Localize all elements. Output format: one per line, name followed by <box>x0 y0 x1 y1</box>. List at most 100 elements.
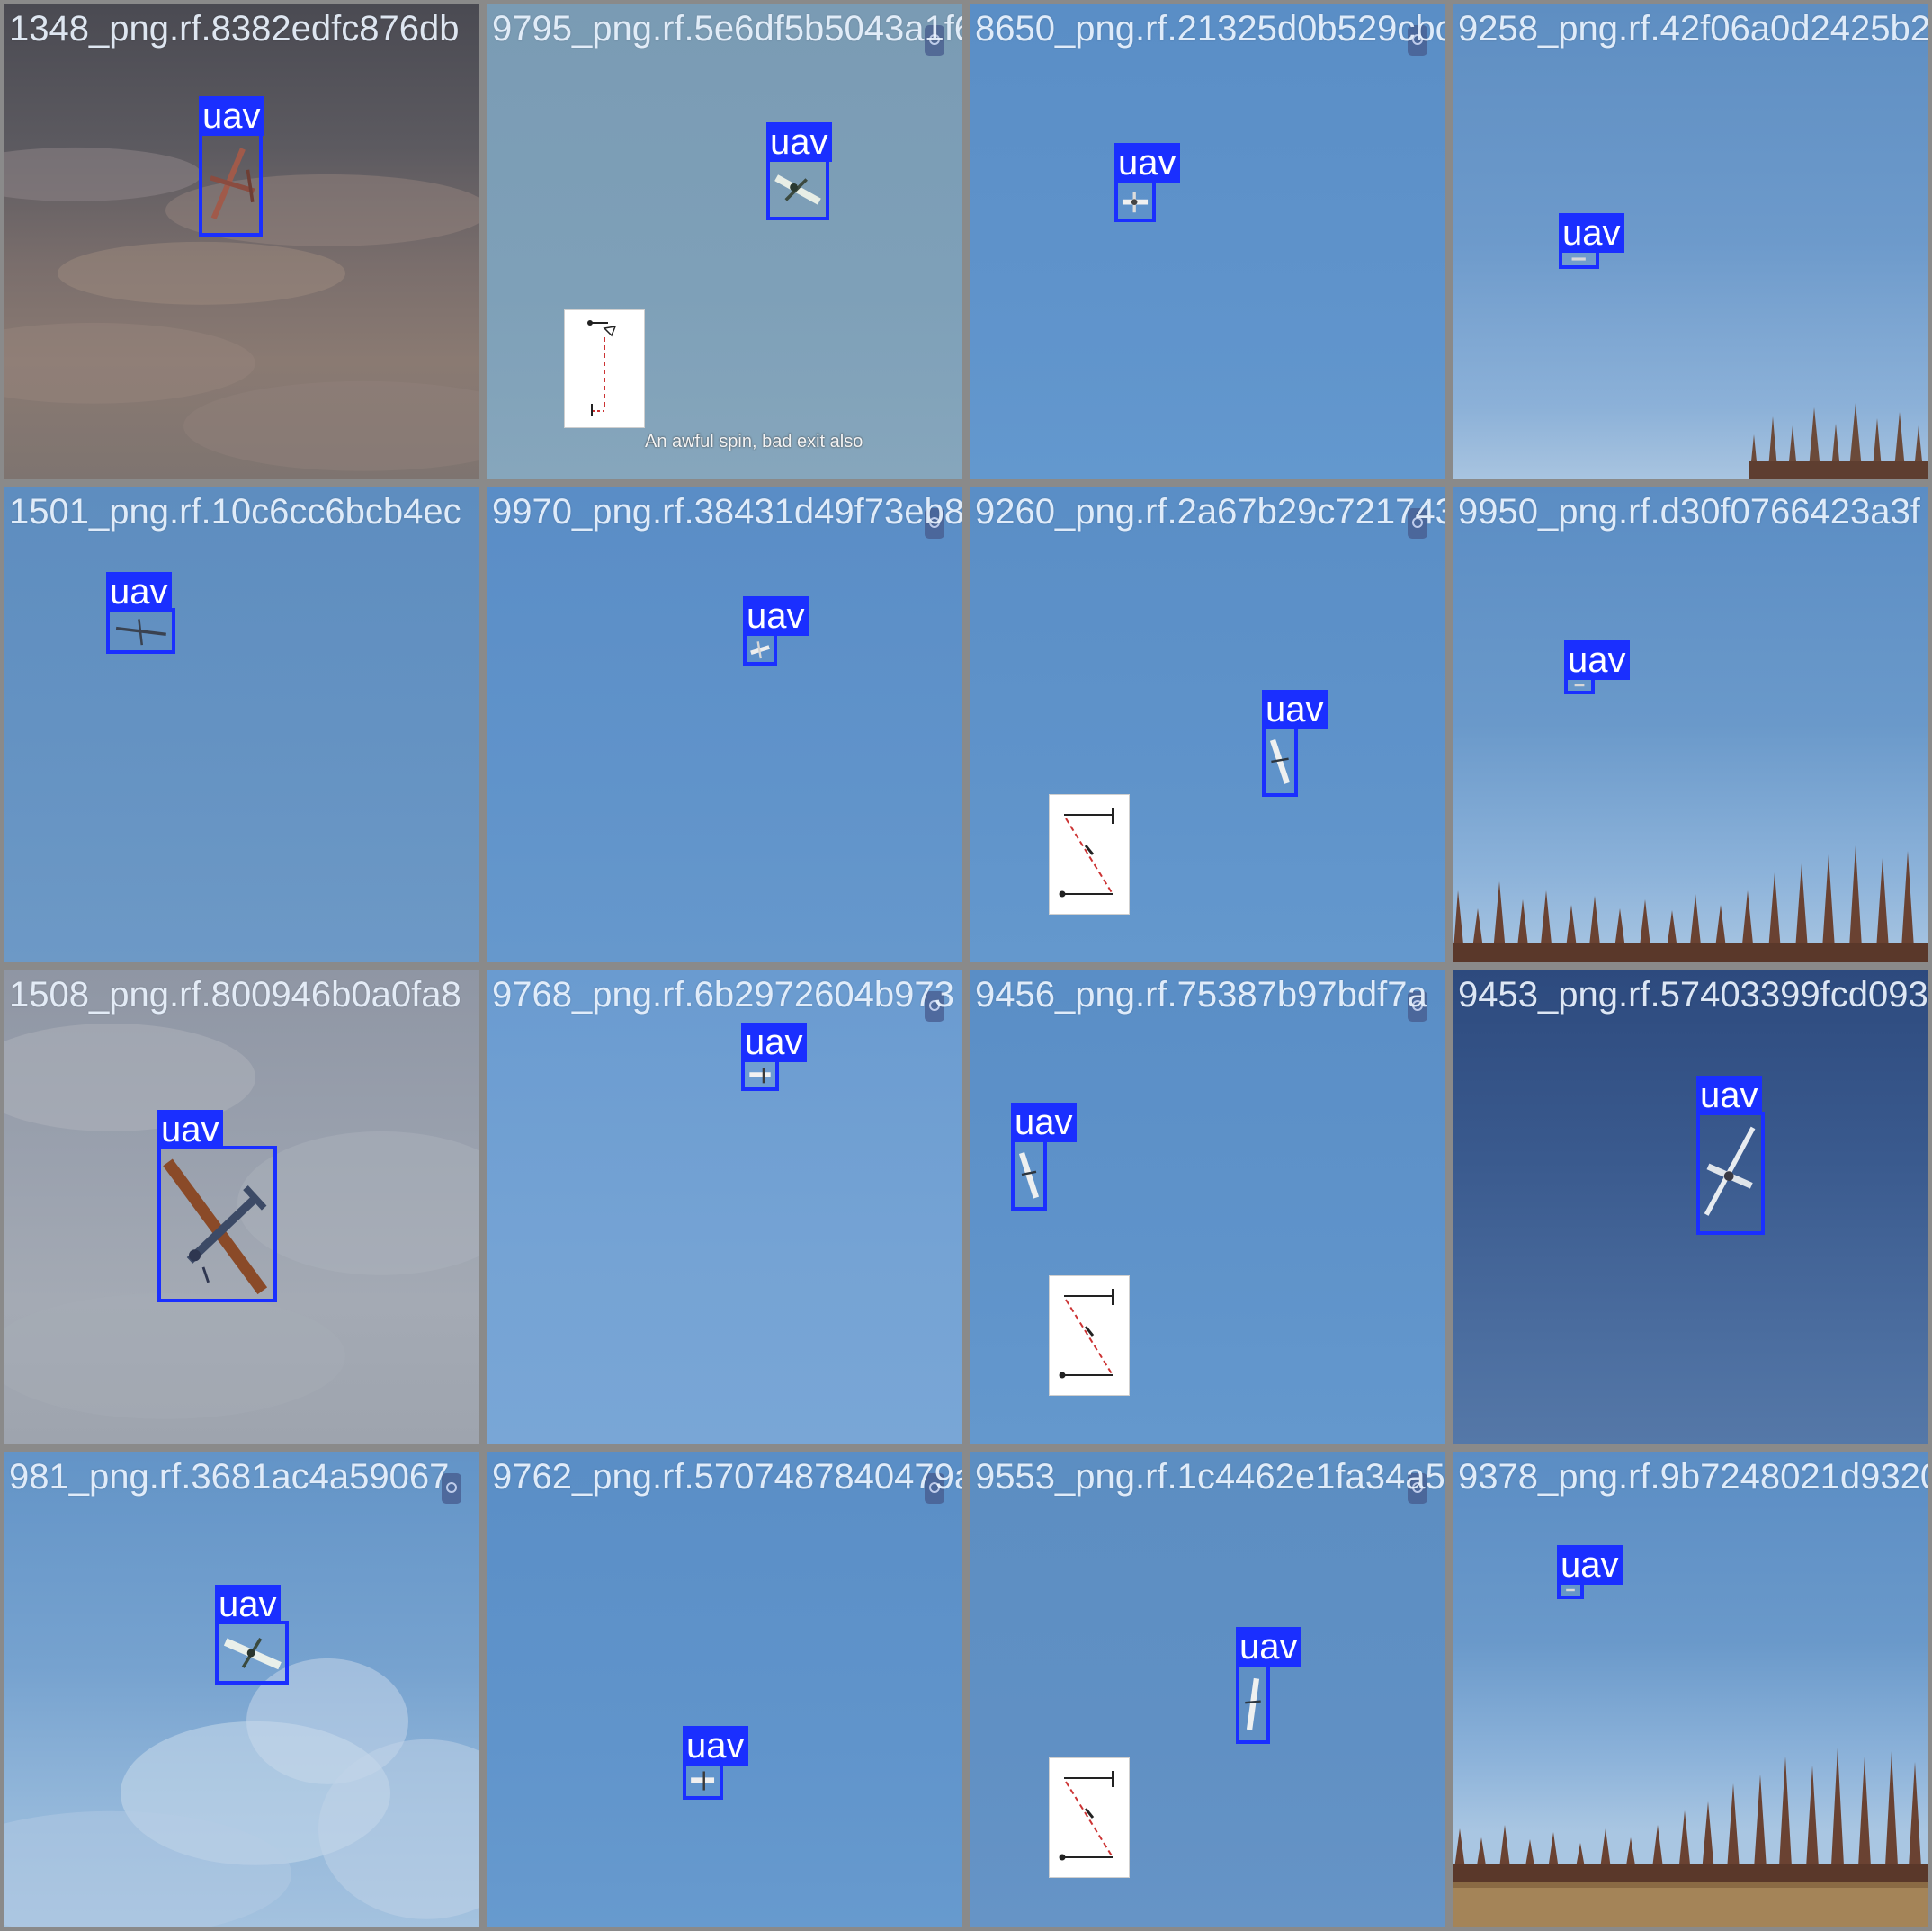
aircraft-icon <box>1018 1151 1040 1199</box>
uav-detection-box: uav <box>157 1109 277 1302</box>
class-label: uav <box>1236 1627 1301 1667</box>
uav-detection-box: uav <box>683 1726 748 1801</box>
tile-13: 981_png.rf.3681ac4a59067 uav <box>0 1448 483 1931</box>
image-filename: 9378_png.rf.9b7248021d9320a <box>1458 1457 1932 1497</box>
spin-diagram-icon <box>1059 1771 1114 1861</box>
image-filename: 1508_png.rf.800946b0a0fa8 <box>9 974 461 1015</box>
maneuver-diagram <box>1049 793 1130 915</box>
uav-detection-box: uav <box>1696 1075 1765 1235</box>
tile-4: 9258_png.rf.42f06a0d2425b2578 uav <box>1449 0 1932 483</box>
spin-diagram-icon <box>1059 807 1114 898</box>
aircraft-icon <box>223 1638 282 1670</box>
tile-15: 9553_png.rf.1c4462e1fa34a53 uav <box>966 1448 1449 1931</box>
uav-detection-box: uav <box>1114 143 1180 222</box>
sky-background <box>970 486 1445 962</box>
aircraft-icon <box>163 1158 268 1294</box>
image-filename: 9762_png.rf.5707487840479a <box>492 1457 966 1497</box>
aircraft-icon <box>691 1771 715 1791</box>
aircraft-icon <box>1571 257 1586 261</box>
image-filename: 1348_png.rf.8382edfc876db <box>9 9 460 49</box>
aircraft-icon <box>1245 1678 1261 1730</box>
sky-background <box>4 4 479 479</box>
aircraft-icon <box>1704 1126 1756 1216</box>
tile-14: 9762_png.rf.5707487840479a uav <box>483 1448 966 1931</box>
image-filename: 9456_png.rf.75387b97bdf7a <box>975 974 1427 1015</box>
maneuver-diagram <box>1049 1274 1130 1396</box>
image-filename: 9795_png.rf.5e6df5b5043a1f67043079 <box>492 9 962 49</box>
sky-background <box>487 486 962 962</box>
sky-background <box>4 1452 479 1927</box>
tile-8: 9950_png.rf.d30f0766423a3f uav <box>1449 482 1932 966</box>
class-label: uav <box>1559 213 1624 253</box>
detection-mosaic: 1348_png.rf.8382edfc876db uav 9795_png.r… <box>0 0 1932 1931</box>
class-label: uav <box>1564 639 1630 680</box>
uav-detection-box: uav <box>1559 213 1624 269</box>
image-filename: 9453_png.rf.57403399fcd093cfdc <box>1458 974 1928 1015</box>
class-label: uav <box>766 122 832 162</box>
class-label: uav <box>1011 1102 1077 1142</box>
tree-line <box>1453 836 1928 962</box>
class-label: uav <box>199 96 264 136</box>
tile-2: 9795_png.rf.5e6df5b5043a1f67043079 uav A… <box>483 0 966 483</box>
image-filename: 8650_png.rf.21325d0b529cbc292 <box>975 9 1445 49</box>
class-label: uav <box>743 595 809 636</box>
class-label: uav <box>1696 1075 1762 1115</box>
aircraft-icon <box>1269 738 1291 784</box>
aircraft-icon <box>210 148 255 220</box>
tile-12: 9453_png.rf.57403399fcd093cfdc uav <box>1449 965 1932 1449</box>
sky-background <box>970 1452 1445 1927</box>
maneuver-diagram <box>564 309 645 428</box>
tree-line <box>1453 398 1928 479</box>
class-label: uav <box>157 1109 223 1149</box>
uav-detection-box: uav <box>199 96 264 237</box>
sky-background <box>970 4 1445 479</box>
sky-background <box>4 486 479 962</box>
uav-detection-box: uav <box>741 1022 807 1091</box>
image-filename: 9258_png.rf.42f06a0d2425b2578 <box>1458 9 1930 49</box>
cloud-layer <box>4 1658 479 1927</box>
tile-5: 1501_png.rf.10c6cc6bcb4ec uav <box>0 482 483 966</box>
aircraft-icon <box>1566 1589 1575 1592</box>
image-filename: 9260_png.rf.2a67b29c72174358 <box>975 491 1449 532</box>
image-filename: 1501_png.rf.10c6cc6bcb4ec <box>9 491 461 532</box>
uav-detection-box: uav <box>766 122 832 220</box>
uav-detection-box: uav <box>106 571 175 654</box>
image-filename: 9768_png.rf.6b2972604b973 <box>492 974 954 1015</box>
uav-detection-box: uav <box>1236 1627 1301 1745</box>
class-label: uav <box>215 1585 281 1625</box>
class-label: uav <box>1262 689 1328 729</box>
tile-10: 9768_png.rf.6b2972604b973 uav <box>483 965 966 1449</box>
cloud-layer <box>4 147 479 471</box>
tile-9: 1508_png.rf.800946b0a0fa8 uav <box>0 965 483 1449</box>
spin-diagram-icon <box>587 320 617 416</box>
spin-diagram-icon <box>1059 1288 1114 1378</box>
aircraft-icon <box>115 619 166 645</box>
image-filename: 9970_png.rf.38431d49f73eb8479bac <box>492 491 964 532</box>
tree-line <box>1453 1739 1928 1927</box>
uav-detection-box: uav <box>215 1585 289 1685</box>
tile-7: 9260_png.rf.2a67b29c72174358 uav <box>966 482 1449 966</box>
tile-1: 1348_png.rf.8382edfc876db uav <box>0 0 483 483</box>
video-subtitle: An awful spin, bad exit also <box>645 432 863 451</box>
sky-background <box>487 1452 962 1927</box>
aircraft-icon <box>1574 684 1585 686</box>
aircraft-icon <box>749 1067 771 1083</box>
uav-detection-box: uav <box>1564 639 1630 694</box>
tile-6: 9970_png.rf.38431d49f73eb8479bac uav <box>483 482 966 966</box>
uav-detection-box: uav <box>743 595 809 666</box>
class-label: uav <box>741 1022 807 1062</box>
image-filename: 9553_png.rf.1c4462e1fa34a53 <box>975 1457 1449 1497</box>
maneuver-diagram <box>1049 1757 1130 1879</box>
class-label: uav <box>106 571 172 612</box>
sky-background <box>1453 969 1928 1445</box>
aircraft-icon <box>1122 192 1149 213</box>
tile-11: 9456_png.rf.75387b97bdf7a uav <box>966 965 1449 1449</box>
image-filename: 9950_png.rf.d30f0766423a3f <box>1458 491 1920 532</box>
uav-detection-box: uav <box>1557 1545 1623 1600</box>
class-label: uav <box>1557 1545 1623 1586</box>
class-label: uav <box>1114 143 1180 183</box>
tile-16: 9378_png.rf.9b7248021d9320a uav <box>1449 1448 1932 1931</box>
image-filename: 981_png.rf.3681ac4a59067 <box>9 1457 450 1497</box>
sky-background <box>487 4 962 479</box>
class-label: uav <box>683 1726 748 1766</box>
